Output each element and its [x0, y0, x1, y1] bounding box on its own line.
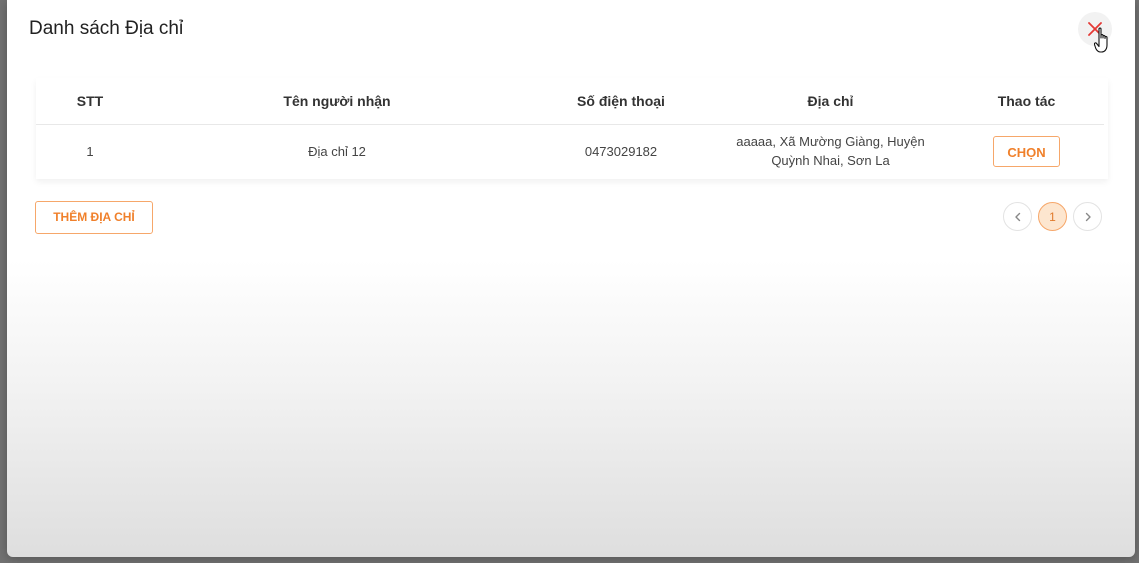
address-table-card: STT Tên người nhận Số điện thoại Địa chỉ…	[36, 78, 1108, 179]
chevron-right-icon	[1085, 212, 1091, 221]
cell-phone: 0473029182	[584, 143, 658, 159]
column-header-recipient-name: Tên người nhận	[144, 78, 530, 125]
pagination-prev-button[interactable]	[1003, 202, 1032, 231]
address-list-modal: Danh sách Địa chỉ STT Tên người nhận Số …	[7, 0, 1135, 557]
column-header-actions: Thao tác	[949, 78, 1104, 125]
pagination-page-1[interactable]: 1	[1038, 202, 1067, 231]
cell-recipient-name: Địa chỉ 12	[308, 143, 366, 159]
cell-address: aaaaa, Xã Mường Giàng, Huyện Quỳnh Nhai,…	[712, 125, 949, 178]
address-line-2: Quỳnh Nhai, Sơn La	[771, 153, 890, 168]
column-header-address: Địa chỉ	[712, 78, 949, 125]
address-table: STT Tên người nhận Số điện thoại Địa chỉ…	[36, 78, 1104, 177]
cell-actions: CHỌN	[949, 125, 1104, 178]
column-header-stt: STT	[36, 78, 144, 125]
column-header-phone: Số điện thoại	[530, 78, 712, 125]
add-address-button[interactable]: THÊM ĐỊA CHỈ	[35, 201, 153, 234]
select-address-button[interactable]: CHỌN	[993, 135, 1060, 167]
pagination-next-button[interactable]	[1073, 202, 1102, 231]
table-row: 1 Địa chỉ 12 0473029182 aaaaa, Xã Mường …	[36, 125, 1104, 178]
table-header-row: STT Tên người nhận Số điện thoại Địa chỉ…	[36, 78, 1104, 125]
modal-title: Danh sách Địa chỉ	[29, 18, 184, 39]
address-line-1: aaaaa, Xã Mường Giàng, Huyện	[736, 134, 925, 149]
chevron-left-icon	[1014, 212, 1020, 221]
hand-cursor-icon	[1094, 27, 1108, 53]
cell-stt: 1	[86, 143, 94, 159]
